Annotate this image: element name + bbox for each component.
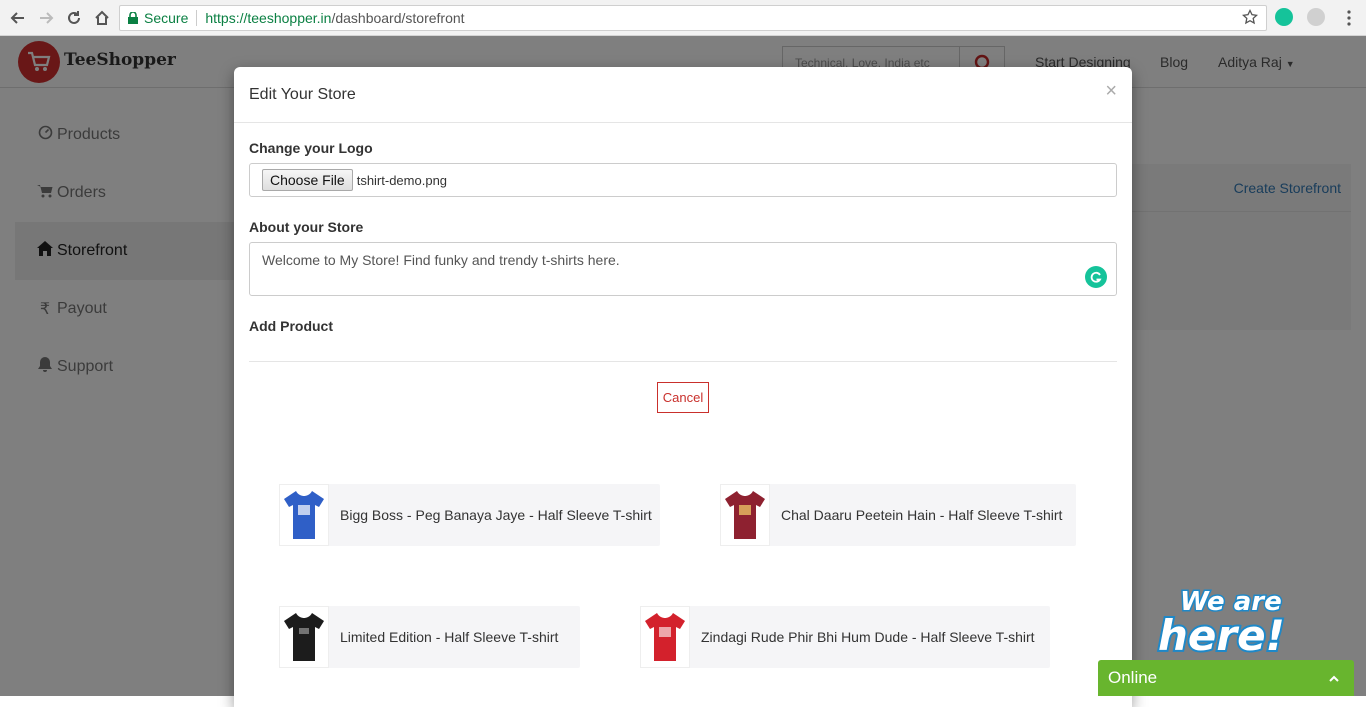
- url-path: /dashboard/storefront: [331, 10, 465, 26]
- cancel-button[interactable]: Cancel: [657, 382, 709, 413]
- about-store-textarea[interactable]: Welcome to My Store! Find funky and tren…: [249, 242, 1117, 296]
- product-name: Limited Edition - Half Sleeve T-shirt: [340, 629, 559, 645]
- edit-store-modal: Edit Your Store × Change your Logo Choos…: [234, 67, 1132, 707]
- chat-badge-line2: here!: [1158, 611, 1285, 656]
- product-name: Zindagi Rude Phir Bhi Hum Dude - Half Sl…: [701, 629, 1035, 645]
- home-icon[interactable]: [90, 6, 114, 30]
- product-name: Chal Daaru Peetein Hain - Half Sleeve T-…: [781, 507, 1063, 523]
- bookmark-star-icon[interactable]: [1241, 8, 1259, 28]
- address-bar[interactable]: Secure https://teeshopper.in/dashboard/s…: [119, 5, 1267, 31]
- logo-file-input[interactable]: Choose File tshirt-demo.png: [249, 163, 1117, 197]
- skype-extension-icon[interactable]: [1307, 8, 1325, 26]
- browser-menu-icon[interactable]: [1337, 6, 1361, 30]
- product-card[interactable]: Bigg Boss - Peg Banaya Jaye - Half Sleev…: [279, 484, 660, 546]
- chat-status-label: Online: [1108, 668, 1158, 687]
- secure-indicator[interactable]: Secure: [120, 10, 188, 26]
- close-icon[interactable]: ×: [1105, 81, 1117, 101]
- choose-file-button[interactable]: Choose File: [262, 169, 353, 191]
- secure-label: Secure: [144, 10, 189, 26]
- modal-header: Edit Your Store ×: [234, 67, 1132, 123]
- product-name: Bigg Boss - Peg Banaya Jaye - Half Sleev…: [340, 507, 652, 523]
- modal-divider: [249, 361, 1117, 362]
- about-label: About your Store: [249, 219, 364, 235]
- selected-file-name: tshirt-demo.png: [356, 172, 448, 188]
- omnibox-divider: [196, 10, 198, 26]
- grammarly-icon[interactable]: [1085, 266, 1107, 288]
- chevron-up-icon[interactable]: [1328, 670, 1340, 690]
- tshirt-thumbnail: [279, 606, 329, 668]
- lock-icon: [128, 12, 138, 24]
- chat-status-bar[interactable]: Online: [1098, 660, 1354, 696]
- grammarly-extension-icon[interactable]: [1275, 8, 1293, 26]
- url-host: https://teeshopper.in: [205, 10, 332, 26]
- product-card[interactable]: Chal Daaru Peetein Hain - Half Sleeve T-…: [720, 484, 1076, 546]
- about-store-text: Welcome to My Store! Find funky and tren…: [262, 252, 620, 268]
- chat-badge[interactable]: We are here!: [1152, 582, 1302, 663]
- product-card[interactable]: Limited Edition - Half Sleeve T-shirt: [279, 606, 580, 668]
- browser-toolbar: Secure https://teeshopper.in/dashboard/s…: [0, 0, 1366, 36]
- back-icon[interactable]: [6, 6, 30, 30]
- add-product-label: Add Product: [249, 318, 333, 334]
- modal-title: Edit Your Store: [249, 86, 356, 103]
- tshirt-thumbnail: [279, 484, 329, 546]
- logo-label: Change your Logo: [249, 140, 373, 156]
- tshirt-thumbnail: [640, 606, 690, 668]
- reload-icon[interactable]: [62, 6, 86, 30]
- tshirt-thumbnail: [720, 484, 770, 546]
- product-card[interactable]: Zindagi Rude Phir Bhi Hum Dude - Half Sl…: [640, 606, 1050, 668]
- forward-icon[interactable]: [34, 6, 58, 30]
